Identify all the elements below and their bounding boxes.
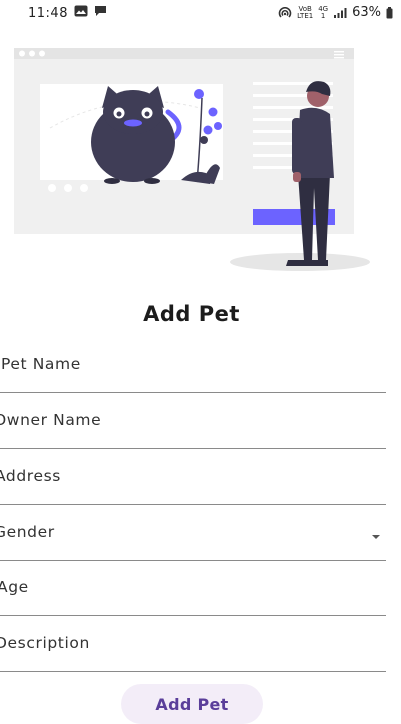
address-field[interactable]: Address <box>0 449 386 505</box>
status-time: 11:48 <box>28 6 68 21</box>
status-bar: 11:48 VoB LTE1 4G 1 63% <box>0 0 401 26</box>
battery-percentage: 63% <box>352 5 381 20</box>
dropdown-arrow-icon <box>372 535 380 539</box>
owner-name-placeholder: Owner Name <box>0 411 102 429</box>
address-placeholder: Address <box>0 467 61 485</box>
age-field[interactable]: Age <box>0 560 386 616</box>
field-underline <box>0 671 386 672</box>
page-title: Add Pet <box>143 302 240 326</box>
hotspot-icon <box>278 6 292 18</box>
battery-icon <box>386 6 393 18</box>
gender-placeholder: Gender <box>0 523 55 541</box>
message-notification-icon <box>95 6 106 16</box>
gender-dropdown[interactable]: Gender <box>0 505 386 561</box>
description-placeholder: Description <box>0 634 90 652</box>
signal-strength-icon <box>334 7 347 18</box>
header-illustration <box>14 48 370 271</box>
network-type-indicator: 4G 1 <box>318 4 329 20</box>
add-pet-button[interactable]: Add Pet <box>121 684 263 724</box>
pet-name-placeholder: Pet Name <box>1 355 81 373</box>
volte-indicator: VoB LTE1 <box>297 4 314 20</box>
gallery-notification-icon <box>74 5 88 17</box>
age-placeholder: Age <box>0 578 29 596</box>
pet-name-field[interactable]: Pet Name <box>0 337 386 393</box>
description-field[interactable]: Description <box>0 616 386 672</box>
owner-name-field[interactable]: Owner Name <box>0 393 386 449</box>
